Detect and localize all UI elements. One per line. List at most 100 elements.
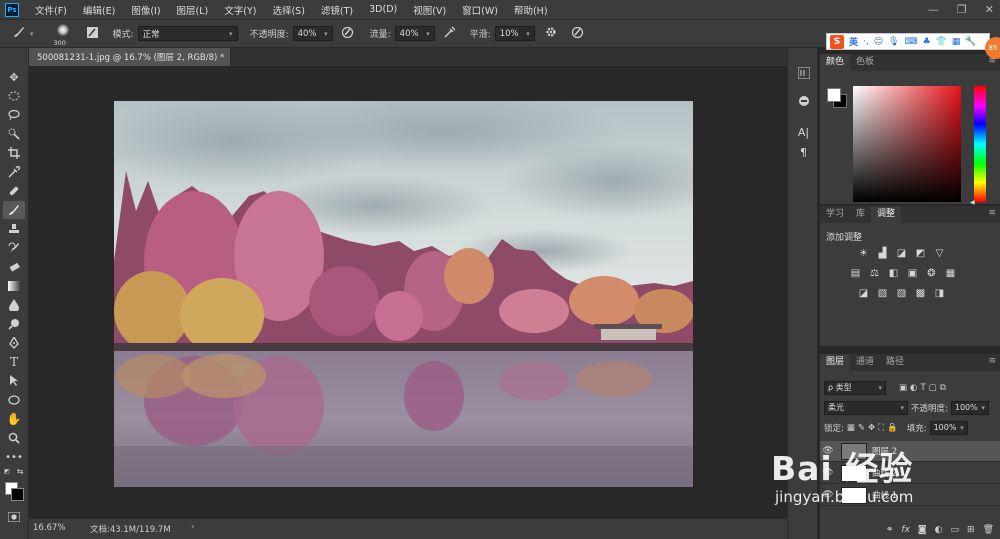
tab-channels[interactable]: 通道 xyxy=(850,354,880,371)
hue-saturation-icon[interactable]: ▤ xyxy=(848,266,863,281)
menu-filter[interactable]: 滤镜(T) xyxy=(313,3,361,17)
shape-tool-icon[interactable] xyxy=(3,391,25,409)
crop-tool-icon[interactable] xyxy=(3,144,25,162)
layer-blend-mode-select[interactable]: 柔光 ▾ xyxy=(824,400,908,415)
quick-selection-tool-icon[interactable] xyxy=(3,125,25,143)
opacity-field[interactable]: 40% ▾ xyxy=(292,26,333,41)
flow-field[interactable]: 40% ▾ xyxy=(394,26,435,41)
layer-opacity-field[interactable]: 100% ▾ xyxy=(950,400,989,415)
photo-canvas[interactable] xyxy=(114,101,693,487)
properties-panel-icon[interactable] xyxy=(795,92,812,109)
history-panel-icon[interactable] xyxy=(795,64,812,81)
tab-libraries[interactable]: 库 xyxy=(850,206,871,223)
skin-icon[interactable]: ♣ xyxy=(923,37,931,47)
lock-pixels-icon[interactable]: ✎ xyxy=(858,423,865,433)
brush-size-picker[interactable]: 300 xyxy=(52,23,74,47)
zoom-tool-icon[interactable] xyxy=(3,429,25,447)
menu-window[interactable]: 窗口(W) xyxy=(454,3,506,17)
menu-layer[interactable]: 图层(L) xyxy=(169,3,217,17)
wrench-icon[interactable]: 🔧 xyxy=(965,37,976,47)
new-group-icon[interactable]: ▭ xyxy=(951,525,960,535)
menu-image[interactable]: 图像(I) xyxy=(123,3,168,17)
canvas-area[interactable] xyxy=(29,66,780,518)
layer-row[interactable]: 👁 图层 2 xyxy=(820,441,1000,462)
layer-row[interactable]: 👁 曲线 2 xyxy=(820,463,1000,484)
filter-smart-object-icon[interactable]: ⧉ xyxy=(940,383,946,393)
document-tab[interactable]: 500081231-1.jpg @ 16.7% (图层 2, RGB/8) * … xyxy=(29,48,231,66)
status-menu-arrow-icon[interactable]: › xyxy=(191,522,194,532)
punctuation-icon[interactable]: ·, xyxy=(863,37,869,47)
restore-button[interactable]: ❐ xyxy=(957,3,967,16)
ime-language-toggle[interactable]: 英 xyxy=(849,35,858,48)
foreground-color-swatch[interactable] xyxy=(827,88,841,102)
dodge-tool-icon[interactable] xyxy=(3,315,25,333)
tab-swatches[interactable]: 色板 xyxy=(850,54,880,71)
vibrance-icon[interactable]: ▽ xyxy=(932,246,947,261)
hue-slider-handle-icon[interactable]: ◀ xyxy=(970,199,975,206)
levels-icon[interactable]: ▟ xyxy=(875,246,890,261)
airbrush-icon[interactable] xyxy=(443,26,456,42)
hand-tool-icon[interactable]: ✋ xyxy=(3,410,25,428)
new-layer-icon[interactable]: ⊞ xyxy=(967,525,975,535)
filter-type-icon[interactable]: T xyxy=(920,383,925,393)
tab-adjustments[interactable]: 调整 xyxy=(871,206,902,223)
channel-mixer-icon[interactable]: ❂ xyxy=(924,266,939,281)
curves-icon[interactable]: ◪ xyxy=(894,246,909,261)
lasso-tool-icon[interactable] xyxy=(3,106,25,124)
zoom-level[interactable]: 16.67% xyxy=(33,523,65,533)
menu-help[interactable]: 帮助(H) xyxy=(506,3,556,17)
filter-adjustment-icon[interactable]: ◐ xyxy=(910,383,917,393)
default-colors-icon[interactable]: ◩ xyxy=(2,466,12,476)
quick-mask-icon[interactable] xyxy=(3,508,25,526)
lock-artboard-icon[interactable]: ⛶ xyxy=(878,423,884,433)
path-selection-tool-icon[interactable] xyxy=(3,372,25,390)
photo-filter-icon[interactable]: ▣ xyxy=(905,266,920,281)
menu-select[interactable]: 选择(S) xyxy=(264,3,312,17)
menu-type[interactable]: 文字(Y) xyxy=(216,3,264,17)
eyedropper-tool-icon[interactable] xyxy=(3,163,25,181)
color-balance-icon[interactable]: ⚖ xyxy=(867,266,882,281)
shirt-icon[interactable]: 👕 xyxy=(936,37,947,47)
lock-position-icon[interactable]: ✥ xyxy=(868,423,875,433)
chevron-down-icon[interactable]: ▾ xyxy=(30,30,34,38)
history-brush-tool-icon[interactable] xyxy=(3,239,25,257)
threshold-icon[interactable]: ▧ xyxy=(894,286,909,301)
layer-style-icon[interactable]: fx xyxy=(901,525,910,535)
brush-settings-panel-icon[interactable] xyxy=(86,26,99,42)
smoothing-field[interactable]: 10% ▾ xyxy=(494,26,535,41)
panel-menu-icon[interactable]: ≡ xyxy=(988,356,996,366)
exposure-icon[interactable]: ◩ xyxy=(913,246,928,261)
type-tool-icon[interactable]: T xyxy=(3,353,25,371)
minimize-button[interactable]: — xyxy=(928,3,939,16)
character-panel-icon[interactable]: A| xyxy=(795,124,812,141)
clone-stamp-tool-icon[interactable] xyxy=(3,220,25,238)
lock-transparency-icon[interactable]: ▦ xyxy=(847,423,855,433)
visibility-eye-icon[interactable]: 👁 xyxy=(820,468,836,478)
brush-tool-preset-icon[interactable] xyxy=(12,25,26,42)
tab-paths[interactable]: 路径 xyxy=(880,354,910,371)
selective-color-icon[interactable]: ▩ xyxy=(913,286,928,301)
blur-tool-icon[interactable] xyxy=(3,296,25,314)
keyboard-icon[interactable]: ⌨ xyxy=(905,37,918,47)
blend-mode-select[interactable]: 正常 ▾ xyxy=(137,26,238,41)
black-white-icon[interactable]: ◧ xyxy=(886,266,901,281)
posterize-icon[interactable]: ▨ xyxy=(875,286,890,301)
healing-brush-tool-icon[interactable] xyxy=(3,182,25,200)
pen-tool-icon[interactable] xyxy=(3,334,25,352)
sogou-logo[interactable]: S xyxy=(830,34,844,49)
filter-shape-icon[interactable]: ▢ xyxy=(929,383,937,393)
saturation-value-field[interactable] xyxy=(853,86,961,202)
tab-learn[interactable]: 学习 xyxy=(820,206,850,223)
microphone-icon[interactable]: 🎙 xyxy=(888,37,899,47)
pressure-opacity-icon[interactable] xyxy=(341,26,354,42)
color-lookup-icon[interactable]: ▦ xyxy=(943,266,958,281)
move-tool-icon[interactable]: ✥ xyxy=(3,68,25,86)
marquee-tool-icon[interactable] xyxy=(3,87,25,105)
tab-color[interactable]: 颜色 xyxy=(820,54,851,71)
filter-pixel-icon[interactable]: ▣ xyxy=(899,383,907,393)
delete-layer-icon[interactable]: 🗑 xyxy=(983,525,994,535)
brush-tool-icon[interactable] xyxy=(3,201,25,219)
gear-icon[interactable] xyxy=(545,26,557,41)
grid-icon[interactable]: ▦ xyxy=(952,37,961,47)
menu-edit[interactable]: 编辑(E) xyxy=(75,3,123,17)
